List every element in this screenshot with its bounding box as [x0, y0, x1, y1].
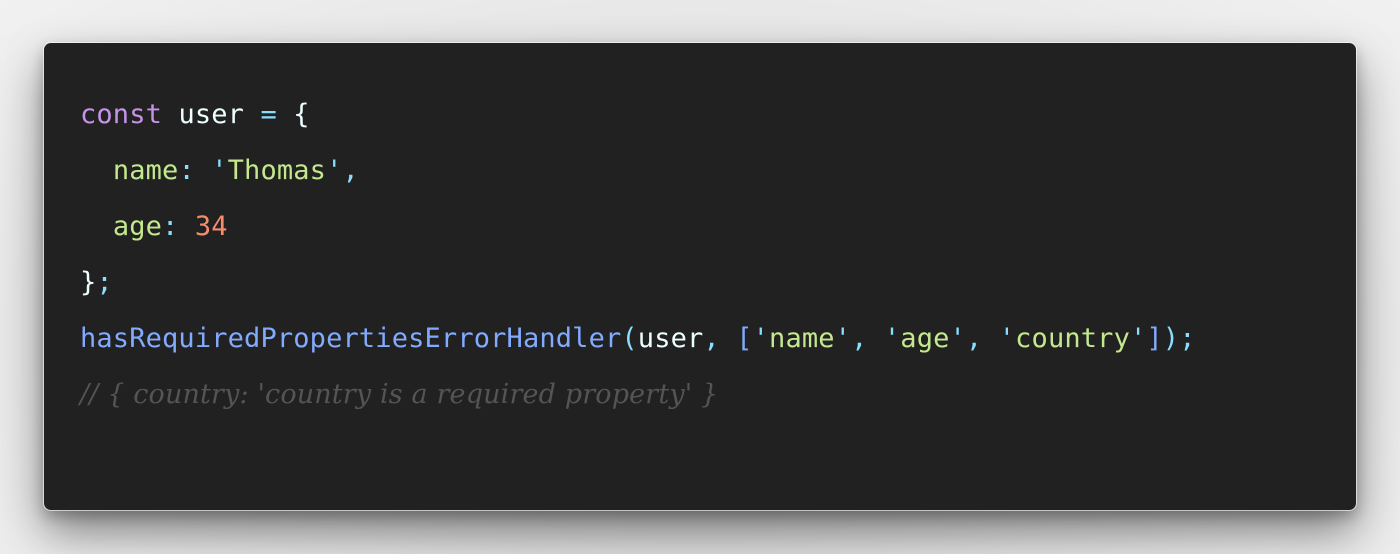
property-age: age: [112, 211, 163, 242]
code-line-5: hasRequiredPropertiesErrorHandler(user, …: [80, 311, 1196, 367]
colon: :: [162, 211, 179, 242]
string-name: name: [769, 323, 835, 354]
quote: ': [949, 323, 966, 354]
keyword-const: const: [80, 99, 163, 130]
string-value: Thomas: [227, 155, 327, 186]
comma: ,: [965, 323, 983, 354]
code-line-2: name: 'Thomas',: [80, 143, 1196, 199]
colon: :: [178, 155, 195, 186]
close-bracket: ]: [1146, 323, 1163, 354]
comma: ,: [851, 323, 868, 354]
quote: ': [998, 323, 1016, 354]
open-paren: (: [621, 323, 638, 354]
argument-user: user: [637, 323, 704, 354]
quote: ': [211, 155, 228, 186]
code-line-4: };: [80, 255, 1196, 311]
code-line-3: age: 34: [80, 199, 1196, 255]
code-card: const user = { name: 'Thomas', age: 34};…: [44, 43, 1356, 510]
semicolon: ;: [1179, 323, 1196, 354]
close-brace: }: [80, 267, 97, 298]
close-paren: ): [1162, 323, 1180, 354]
quote: ': [326, 155, 343, 186]
string-age: age: [900, 323, 950, 354]
code-comment: // { country: 'country is a required pro…: [80, 379, 719, 410]
comma: ,: [342, 155, 359, 186]
property-name: name: [112, 155, 179, 186]
quote: ': [752, 323, 770, 354]
quote: ': [834, 323, 852, 354]
variable-user: user: [178, 99, 245, 130]
code-block: const user = { name: 'Thomas', age: 34};…: [80, 87, 1196, 423]
semicolon: ;: [96, 267, 113, 298]
open-bracket: [: [736, 323, 753, 354]
open-brace: {: [293, 99, 310, 130]
quote: ': [1129, 323, 1147, 354]
function-name: hasRequiredPropertiesErrorHandler: [80, 323, 622, 354]
string-country: country: [1015, 323, 1130, 354]
assignment-operator: =: [260, 99, 277, 130]
code-line-1: const user = {: [80, 87, 1196, 143]
quote: ': [883, 323, 901, 354]
number-value: 34: [194, 211, 228, 242]
code-line-6: // { country: 'country is a required pro…: [80, 367, 1196, 423]
comma: ,: [703, 323, 720, 354]
